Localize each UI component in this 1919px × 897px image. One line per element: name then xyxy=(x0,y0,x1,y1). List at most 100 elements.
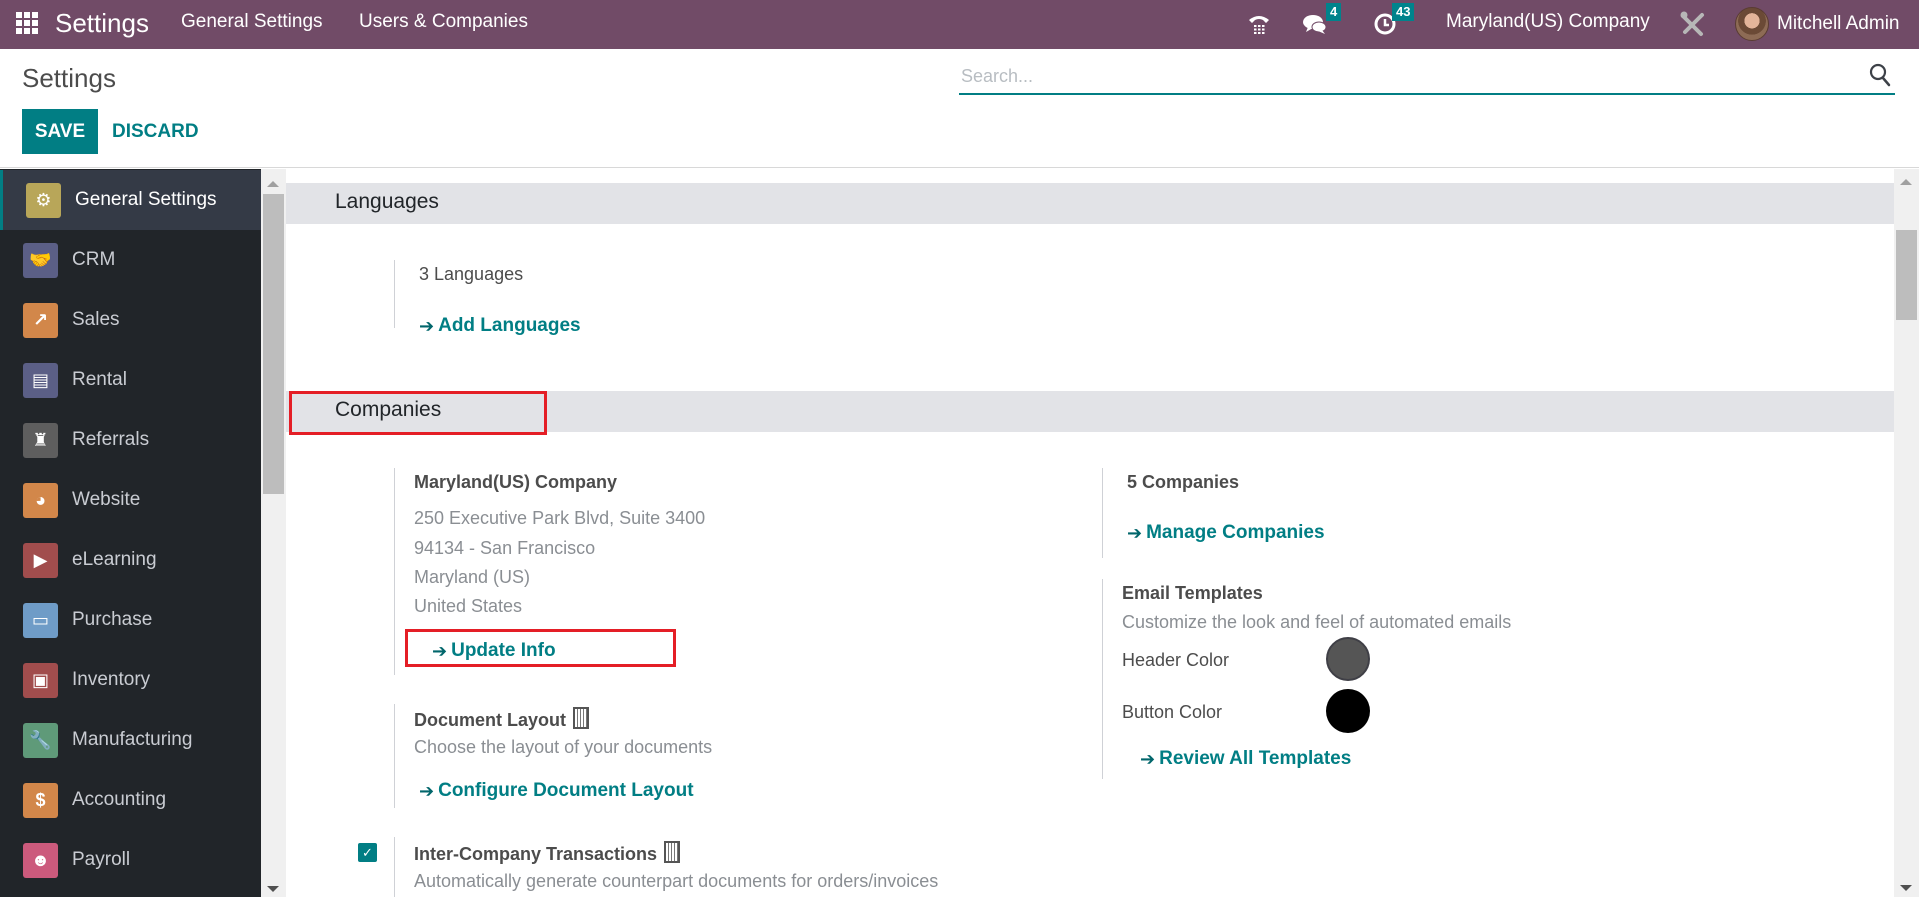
add-languages-link[interactable]: ➔ Add Languages xyxy=(419,315,581,337)
discard-button[interactable]: DISCARD xyxy=(112,109,199,154)
calendar-grid-icon: ▤ xyxy=(23,362,58,398)
languages-title: Languages xyxy=(335,190,439,213)
company-switcher[interactable]: Maryland(US) Company xyxy=(1446,11,1650,33)
email-templates-description: Customize the look and feel of automated… xyxy=(1122,612,1512,632)
user-menu[interactable]: Mitchell Admin xyxy=(1735,6,1900,42)
invoice-dollar-icon: $ xyxy=(23,782,58,818)
phone-icon[interactable] xyxy=(1246,6,1272,42)
apps-grid-icon[interactable] xyxy=(16,12,38,34)
sidebar-item-accounting[interactable]: $ Accounting xyxy=(0,770,261,830)
sidebar-item-elearning[interactable]: ▶ eLearning xyxy=(0,530,261,590)
highlight-box-companies xyxy=(289,391,547,435)
sidebar-item-purchase[interactable]: ▭ Purchase xyxy=(0,590,261,650)
email-templates-title: Email Templates xyxy=(1122,583,1263,603)
arrow-right-icon: ➔ xyxy=(419,780,435,801)
chart-up-icon: ↗ xyxy=(23,302,58,338)
document-layout-description: Choose the layout of your documents xyxy=(414,737,713,757)
building-icon xyxy=(573,707,590,729)
review-all-templates-link[interactable]: ➔ Review All Templates xyxy=(1140,748,1351,770)
sidebar-item-general-settings[interactable]: ⚙ General Settings xyxy=(0,170,261,230)
sidebar-item-label: Sales xyxy=(72,309,120,330)
review-all-templates-label: Review All Templates xyxy=(1159,748,1352,769)
menu-general-settings[interactable]: General Settings xyxy=(181,11,323,33)
sidebar-item-rental[interactable]: ▤ Rental xyxy=(0,350,261,410)
sidebar-item-label: Inventory xyxy=(72,669,151,690)
sidebar-item-label: Rental xyxy=(72,369,127,390)
sidebar-item-label: Referrals xyxy=(72,429,150,450)
sidebar-item-referrals[interactable]: ♜ Referrals xyxy=(0,410,261,470)
sidebar-scrollbar[interactable] xyxy=(261,169,286,897)
settings-main: Languages 3 Languages ➔ Add Languages Co… xyxy=(286,169,1894,897)
address-line: Maryland (US) xyxy=(414,567,531,587)
header-color-swatch[interactable] xyxy=(1326,637,1370,681)
sidebar-item-label: Payroll xyxy=(72,849,131,870)
sidebar-item-inventory[interactable]: ▣ Inventory xyxy=(0,650,261,710)
menu-users-companies[interactable]: Users & Companies xyxy=(359,11,528,33)
search-bar xyxy=(959,59,1895,95)
gear-icon: ⚙ xyxy=(26,182,61,218)
sidebar-scroll-thumb[interactable] xyxy=(263,194,284,494)
company-name: Maryland(US) Company xyxy=(414,472,618,492)
main-scroll-thumb[interactable] xyxy=(1896,230,1917,320)
add-languages-label: Add Languages xyxy=(438,315,581,336)
referral-person-icon: ♜ xyxy=(23,422,58,458)
top-navbar: Settings General Settings Users & Compan… xyxy=(0,0,1919,49)
inter-company-label: Inter-Company Transactions xyxy=(414,844,658,864)
configure-document-layout-link[interactable]: ➔ Configure Document Layout xyxy=(419,780,694,802)
sidebar-item-manufacturing[interactable]: 🔧 Manufacturing xyxy=(0,710,261,770)
sidebar-item-label: Manufacturing xyxy=(72,729,193,750)
main-scrollbar[interactable] xyxy=(1894,169,1919,897)
search-input[interactable] xyxy=(961,61,1841,91)
chat-icon[interactable] xyxy=(1302,6,1328,42)
divider xyxy=(1102,579,1103,779)
manage-companies-link[interactable]: ➔ Manage Companies xyxy=(1127,522,1325,544)
document-layout-title: Document Layout xyxy=(414,707,590,731)
app-title[interactable]: Settings xyxy=(55,8,149,39)
languages-count: 3 Languages xyxy=(419,264,524,284)
building-icon xyxy=(664,841,681,863)
save-button[interactable]: SAVE xyxy=(22,109,98,154)
sidebar-item-label: Website xyxy=(72,489,141,510)
sidebar-item-website[interactable]: ◕ Website xyxy=(0,470,261,530)
scroll-up-arrow-icon[interactable] xyxy=(267,181,279,187)
payroll-icon: ☻ xyxy=(23,842,58,878)
divider xyxy=(394,837,395,897)
messages-badge: 4 xyxy=(1326,3,1342,21)
page-title: Settings xyxy=(22,63,116,93)
debug-tools-icon[interactable] xyxy=(1679,6,1707,42)
user-name: Mitchell Admin xyxy=(1777,13,1900,34)
scroll-down-arrow-icon[interactable] xyxy=(1900,885,1912,891)
user-avatar xyxy=(1735,7,1769,41)
control-panel: Settings SAVE DISCARD xyxy=(0,49,1919,168)
sidebar-item-label: CRM xyxy=(72,249,116,270)
arrow-right-icon: ➔ xyxy=(419,315,435,336)
sidebar-item-payroll[interactable]: ☻ Payroll xyxy=(0,830,261,890)
sidebar-item-label: General Settings xyxy=(75,189,217,210)
inter-company-title: Inter-Company Transactions xyxy=(414,841,681,865)
globe-icon: ◕ xyxy=(23,482,58,518)
sidebar-item-label: Accounting xyxy=(72,789,167,810)
address-line: United States xyxy=(414,596,523,616)
languages-section-header: Languages xyxy=(286,183,1894,224)
handshake-icon: 🤝 xyxy=(23,242,58,278)
divider xyxy=(394,468,395,675)
scroll-up-arrow-icon[interactable] xyxy=(1900,179,1912,185)
header-color-label: Header Color xyxy=(1122,650,1230,670)
button-color-swatch[interactable] xyxy=(1326,689,1370,733)
button-color-label: Button Color xyxy=(1122,702,1223,722)
sidebar-item-sales[interactable]: ↗ Sales xyxy=(0,290,261,350)
activities-badge: 43 xyxy=(1392,3,1415,21)
scroll-down-arrow-icon[interactable] xyxy=(267,886,279,892)
settings-sidebar: ⚙ General Settings 🤝 CRM ↗ Sales ▤ Rental ♜ Refer… xyxy=(0,169,261,897)
configure-document-layout-label: Configure Document Layout xyxy=(438,780,694,801)
credit-card-icon: ▭ xyxy=(23,602,58,638)
divider xyxy=(394,704,395,808)
inter-company-checkbox[interactable]: ✓ xyxy=(358,843,377,862)
elearning-icon: ▶ xyxy=(23,542,58,578)
address-line: 94134 - San Francisco xyxy=(414,538,596,558)
sidebar-item-crm[interactable]: 🤝 CRM xyxy=(0,230,261,290)
document-layout-label: Document Layout xyxy=(414,710,567,730)
search-icon[interactable] xyxy=(1869,63,1891,87)
sidebar-item-label: Purchase xyxy=(72,609,153,630)
wrench-icon: 🔧 xyxy=(23,722,58,758)
